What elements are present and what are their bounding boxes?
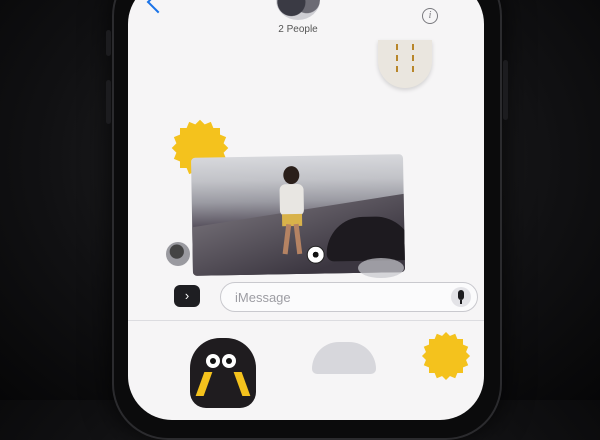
lightning-bolt-icon: [233, 372, 251, 396]
child-head: [283, 165, 300, 185]
sender-avatar[interactable]: [166, 242, 190, 266]
message-input[interactable]: iMessage: [220, 282, 478, 312]
info-icon[interactable]: i: [422, 8, 438, 24]
app-drawer-icon[interactable]: ›: [174, 285, 200, 307]
child-leg: [282, 224, 292, 255]
chevron-left-icon[interactable]: [146, 0, 170, 14]
group-label[interactable]: 2 People: [258, 24, 338, 35]
child-leg: [293, 223, 303, 255]
phone-side-button: [106, 30, 111, 56]
messages-screen: 2 People i › iMessage: [128, 0, 484, 420]
lightning-bolt-icon: [195, 372, 213, 396]
sticker-eye: [222, 354, 236, 368]
sticker-eye: [206, 354, 220, 368]
sticker-peel-shadow: [358, 258, 404, 278]
microphone-icon[interactable]: [451, 287, 471, 307]
message-input-placeholder: iMessage: [235, 290, 291, 305]
baseball-sticker: [378, 40, 432, 88]
child-shorts: [281, 213, 303, 227]
dog-sticker[interactable]: [190, 338, 256, 408]
child-torso: [279, 183, 305, 217]
sun-sticker-tray[interactable]: [421, 331, 471, 381]
tray-divider: [128, 320, 484, 321]
phone-power-button: [503, 60, 508, 120]
cap-sticker[interactable]: [312, 342, 376, 374]
phone-volume-button: [106, 80, 111, 124]
group-avatar-icon[interactable]: [276, 0, 320, 20]
